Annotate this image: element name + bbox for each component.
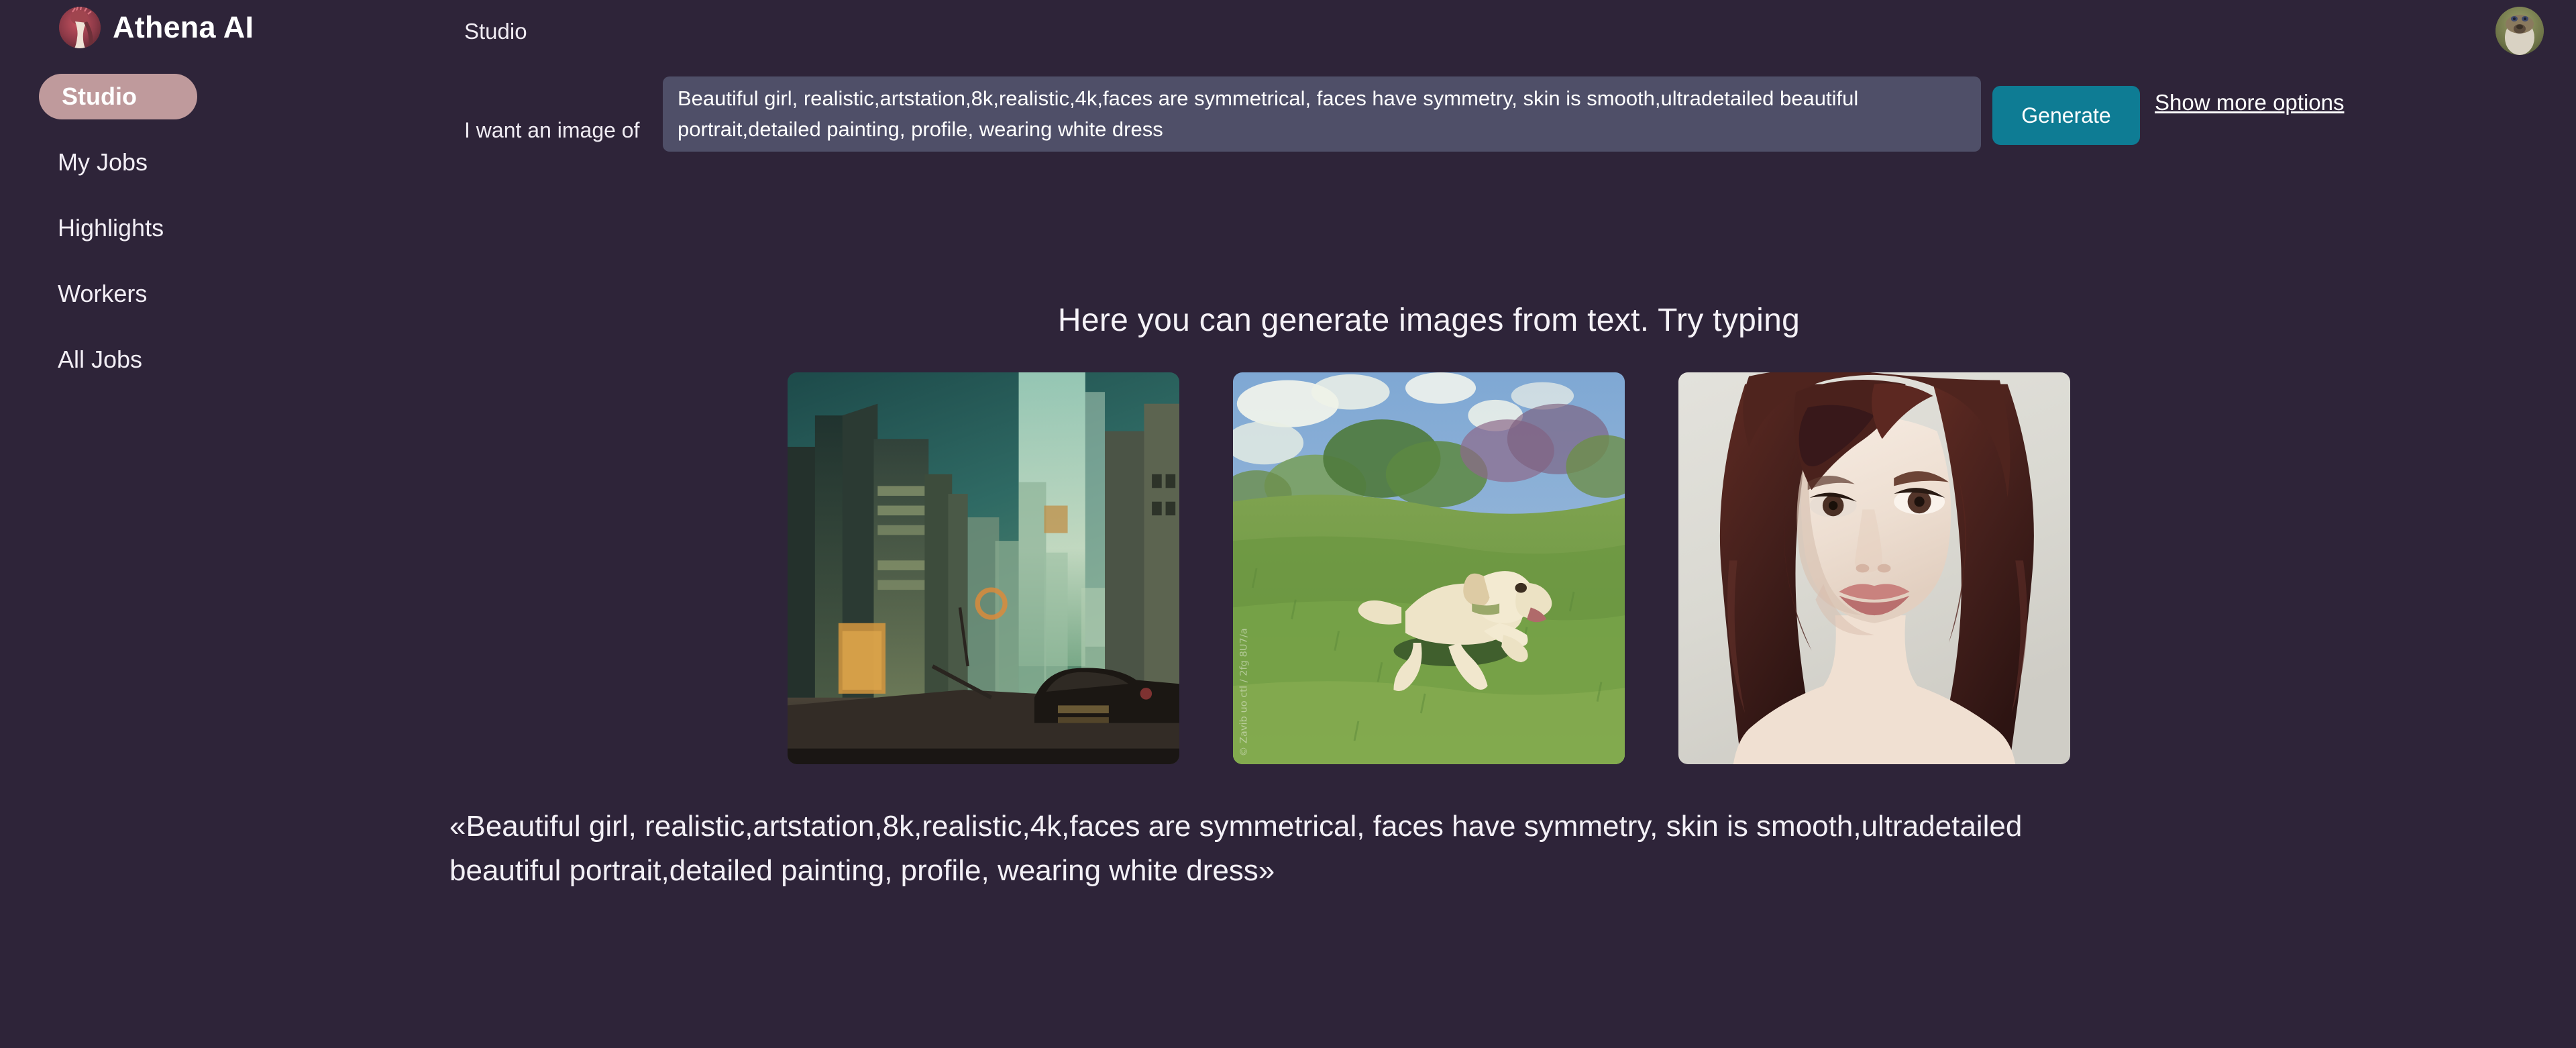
page-headline: Here you can generate images from text. …: [282, 302, 2576, 339]
sidebar-item-studio[interactable]: Studio: [39, 74, 197, 119]
app-root: Athena AI Studio: [0, 0, 2576, 1048]
user-avatar[interactable]: [2496, 7, 2544, 55]
sidebar-item-label: Workers: [58, 280, 147, 307]
sidebar-item-label: My Jobs: [58, 148, 148, 176]
athena-statue-avatar-icon: [59, 7, 101, 48]
sample-image-cyberpunk-city[interactable]: [788, 372, 1179, 764]
prompt-label: I want an image of: [464, 118, 639, 143]
generate-button[interactable]: Generate: [1992, 86, 2140, 145]
svg-text:© Zavib uo ctl / 2fg 8U7/a: © Zavib uo ctl / 2fg 8U7/a: [1238, 628, 1249, 756]
top-bar: Athena AI Studio: [0, 0, 2576, 67]
brand-logo[interactable]: Athena AI: [59, 7, 254, 48]
sidebar-item-highlights[interactable]: Highlights: [39, 205, 376, 251]
main-content: Here you can generate images from text. …: [376, 302, 2576, 893]
show-more-options-link[interactable]: Show more options: [2155, 90, 2344, 115]
sidebar-item-label: Highlights: [58, 214, 164, 242]
sidebar-item-label: Studio: [62, 83, 137, 110]
sample-image-dog-meadow[interactable]: © Zavib uo ctl / 2fg 8U7/a: [1233, 372, 1625, 764]
prompt-input[interactable]: [663, 76, 1981, 152]
sample-image-gallery: © Zavib uo ctl / 2fg 8U7/a: [282, 372, 2576, 764]
sidebar-item-my-jobs[interactable]: My Jobs: [39, 140, 376, 185]
brand-name: Athena AI: [113, 10, 254, 45]
sidebar-item-label: All Jobs: [58, 346, 142, 373]
page-title: Studio: [464, 19, 527, 44]
generated-prompt-caption: «Beautiful girl, realistic,artstation,8k…: [449, 804, 2086, 893]
sample-image-woman-portrait[interactable]: [1678, 372, 2070, 764]
